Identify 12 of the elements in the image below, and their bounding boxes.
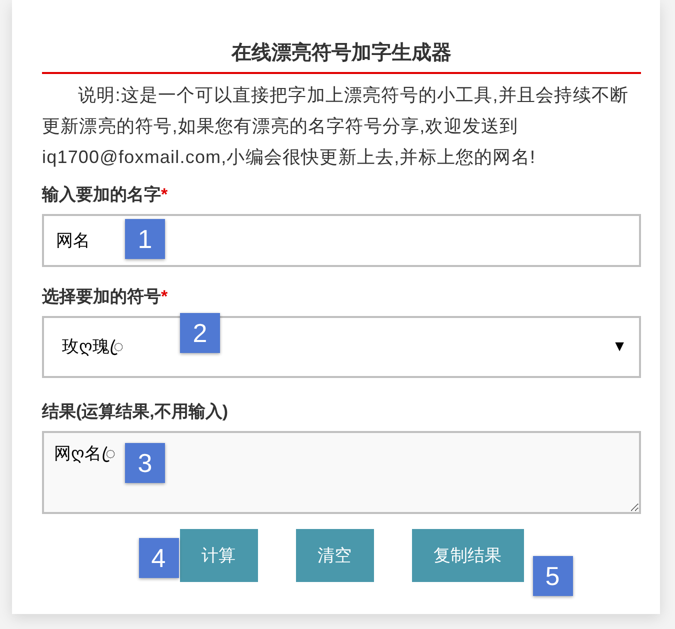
callout-badge: 4	[138, 538, 178, 578]
field-label: 结果(运算结果,不用输入)	[42, 402, 228, 421]
page-title: 在线漂亮符号加字生成器	[42, 40, 641, 74]
required-mark: *	[161, 287, 168, 306]
field-label: 选择要加的符号	[42, 287, 161, 306]
description-text: 说明:这是一个可以直接把字加上漂亮符号的小工具,并且会持续不断更新漂亮的符号,如果您有漂亮的名字符号分享,欢迎发送到iq1700@foxmail.com,小编会很快更新上去,并标上您的网名!	[42, 84, 630, 169]
callout-badge: 2	[180, 313, 220, 353]
field-label: 输入要加的名字	[42, 185, 161, 204]
callout-badge: 5	[532, 556, 572, 596]
callout-badge: 3	[125, 443, 165, 483]
required-mark: *	[161, 185, 168, 204]
callout-badge: 1	[125, 219, 165, 259]
